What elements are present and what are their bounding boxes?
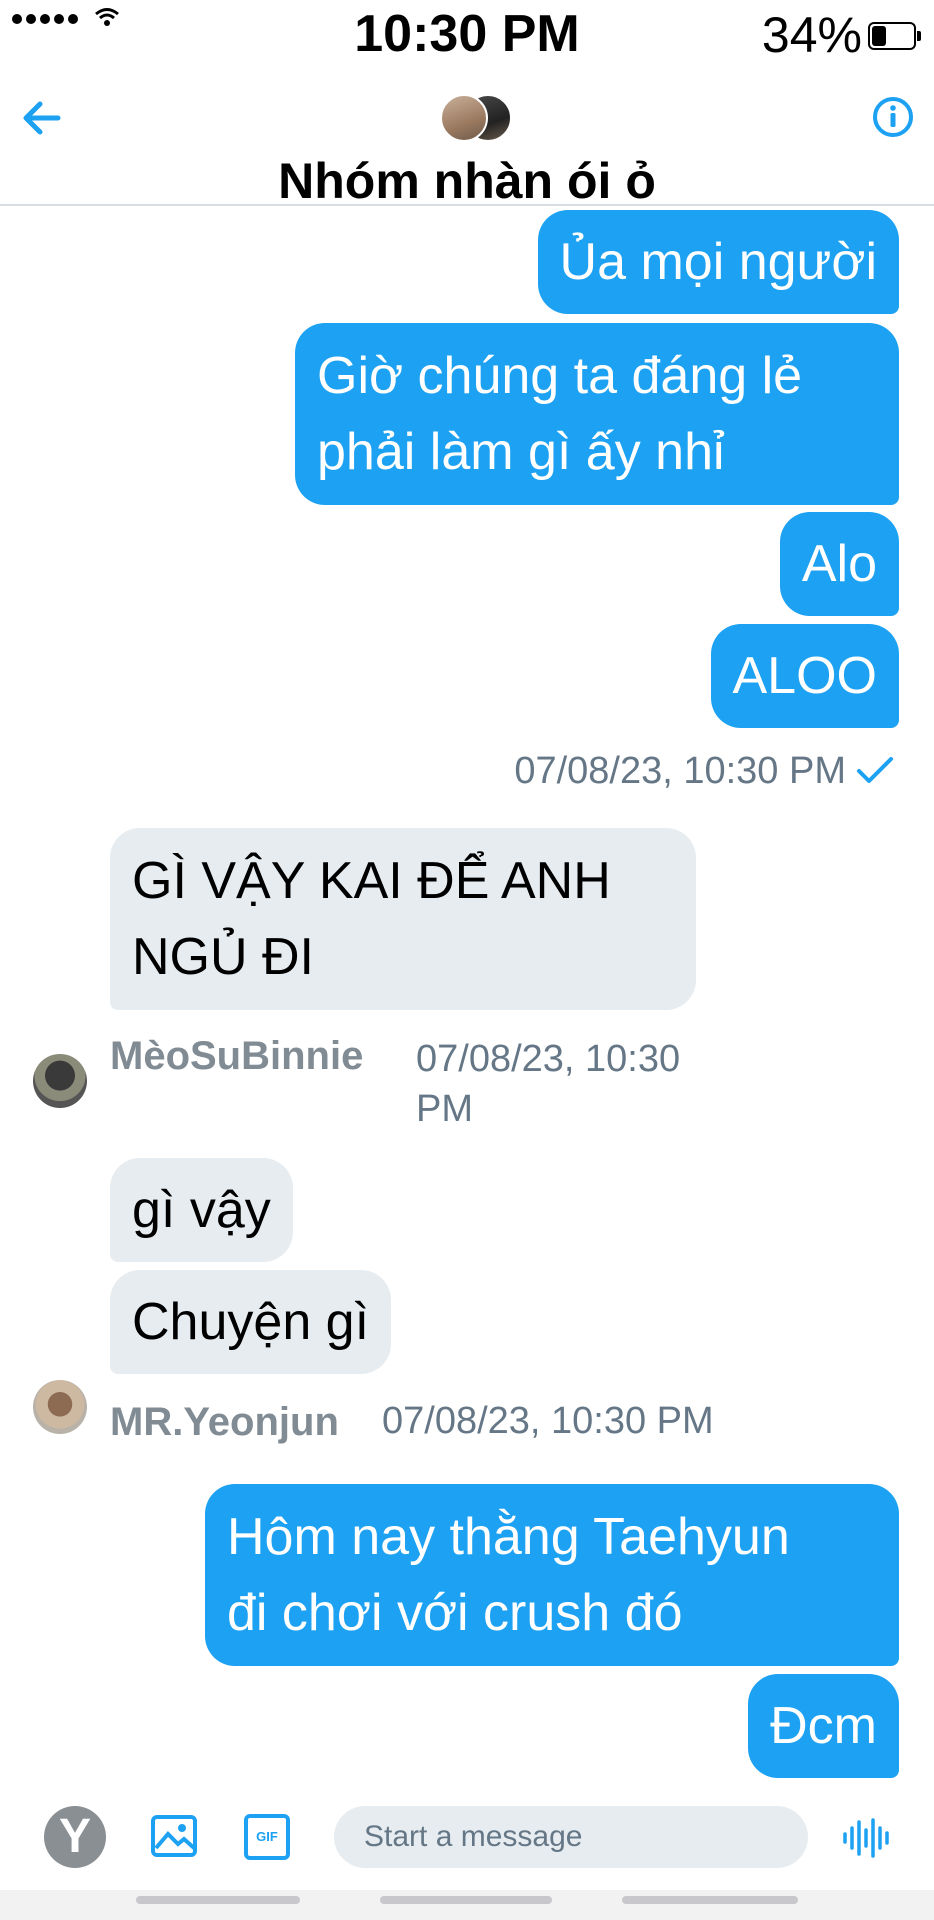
message-line: đi chơi với crush đó — [227, 1584, 683, 1642]
conversation-header: Nhóm nhàn ói ỏ — [0, 70, 934, 206]
message-bubble-incoming[interactable]: Chuyện gì — [110, 1270, 392, 1374]
message-bubble-outgoing[interactable]: Giờ chúng ta đáng lẻ phải làm gì ấy nhỉ — [295, 323, 899, 505]
avatar[interactable] — [33, 1054, 87, 1108]
message-timestamp: 07/08/23, 10:30 PM — [514, 750, 846, 792]
tab-bar-strip — [0, 1890, 934, 1920]
tab-indicator[interactable] — [136, 1896, 300, 1904]
message-timestamp: 07/08/23, 10:30 PM — [416, 1034, 680, 1134]
message-line: Giờ chúng ta đáng lẻ — [317, 347, 803, 405]
message-timestamp: 07/08/23, 10:30 PM — [382, 1400, 714, 1442]
checkmark-icon — [857, 757, 893, 783]
message-bubble-outgoing[interactable]: Ủa mọi người — [537, 210, 899, 314]
message-composer: Y GIF Start a message — [0, 1782, 934, 1890]
tab-indicator[interactable] — [380, 1896, 552, 1904]
message-bubble-outgoing[interactable]: ALOO — [710, 624, 899, 728]
timestamp-line: 07/08/23, 10:30 — [416, 1038, 681, 1080]
message-input[interactable]: Start a message — [334, 1806, 808, 1868]
message-bubble-outgoing[interactable]: Alo — [779, 512, 899, 616]
message-line: phải làm gì ấy nhỉ — [317, 423, 725, 481]
avatar[interactable] — [33, 1380, 87, 1434]
message-bubble-outgoing[interactable]: Hôm nay thằng Taehyun đi chơi với crush … — [205, 1484, 899, 1666]
message-bubble-incoming[interactable]: gì vậy — [110, 1158, 293, 1262]
message-line: NGỦ ĐI — [132, 928, 314, 986]
battery-percentage: 34% — [761, 7, 862, 63]
avatar — [440, 94, 488, 142]
message-bubble-outgoing[interactable]: Đcm — [748, 1674, 899, 1778]
voice-message-icon[interactable] — [842, 1816, 894, 1860]
conversation-title[interactable]: Nhóm nhàn ói ỏ — [0, 152, 934, 204]
message-bubble-incoming[interactable]: GÌ VẬY KAI ĐỂ ANH NGỦ ĐI — [110, 828, 696, 1010]
image-icon[interactable] — [150, 1814, 198, 1858]
group-avatars[interactable] — [440, 92, 512, 142]
tab-indicator[interactable] — [622, 1896, 798, 1904]
sender-name: MR.Yeonjun — [110, 1400, 339, 1444]
battery-icon — [868, 22, 921, 50]
back-arrow-icon[interactable] — [18, 94, 70, 142]
message-line: Hôm nay thằng Taehyun — [227, 1508, 790, 1566]
y-profile-button[interactable]: Y — [44, 1806, 106, 1868]
status-bar: 10:30 PM 34% — [0, 0, 934, 70]
sender-name: MèoSuBinnie — [110, 1034, 364, 1078]
message-line: GÌ VẬY KAI ĐỂ ANH — [132, 852, 611, 910]
info-icon[interactable] — [872, 96, 914, 138]
gif-button[interactable]: GIF — [244, 1814, 290, 1860]
timestamp-line: PM — [416, 1088, 473, 1130]
